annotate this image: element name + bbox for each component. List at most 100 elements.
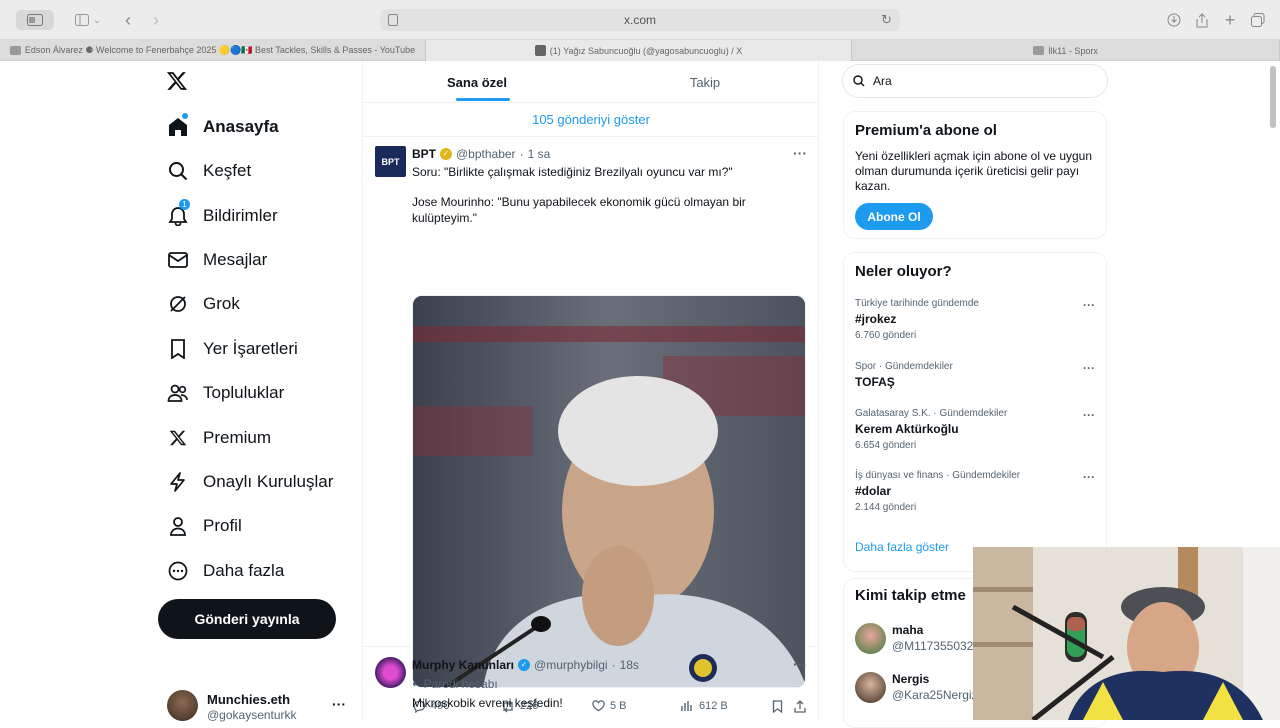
sidebar-item-home[interactable]: Anasayfa (166, 112, 279, 142)
more-icon[interactable]: ··· (332, 696, 346, 712)
sidebar-item-label: Grok (203, 294, 240, 313)
reload-icon[interactable]: ↻ (881, 12, 892, 28)
more-icon[interactable]: ··· (1083, 298, 1095, 312)
x-logo-icon[interactable] (166, 70, 190, 94)
more-icon[interactable]: ··· (1083, 470, 1095, 484)
page-scrollbar[interactable] (1270, 66, 1276, 128)
author-name[interactable]: BPT (412, 147, 436, 161)
parody-text: Parodi hesabı (423, 677, 498, 691)
premium-card: Premium'a abone ol Yeni özellikleri açma… (843, 111, 1107, 239)
sidebar-item-verified-orgs[interactable]: Onaylı Kuruluşlar (166, 467, 333, 497)
avatar (167, 690, 198, 721)
tab-label: Takip (689, 74, 721, 90)
sidebar-item-label: Daha fazla (203, 561, 285, 580)
grok-icon (166, 292, 190, 316)
tweet-text: Mikroskobik evreni keşfedin! (412, 696, 563, 710)
more-icon[interactable]: ··· (793, 145, 807, 161)
account-name: Munchies.eth (207, 692, 291, 707)
suggestion-name: Nergis (892, 672, 930, 686)
browser-tab[interactable]: Edson Álvarez ⚈ Welcome to Fenerbahçe 20… (0, 40, 426, 61)
trend-item[interactable]: Galatasaray S.K. · Gündemdekiler Kerem A… (855, 408, 1100, 451)
author-handle[interactable]: @murphybilgi (534, 658, 608, 672)
feed-tabs: Sana özel Takip (363, 61, 819, 103)
timeline: Sana özel Takip 105 gönderiyi göster BPT… (362, 61, 819, 720)
tabs-grid-icon[interactable] (1250, 10, 1266, 30)
search-icon (166, 159, 190, 183)
premium-description: Yeni özellikleri açmak için abone ol ve … (855, 149, 1093, 193)
person-icon (166, 514, 190, 538)
account-switcher[interactable]: Munchies.eth @gokaysenturkk ··· (167, 690, 357, 724)
envelope-icon (166, 248, 190, 272)
author-name[interactable]: Murphy Kanunları (412, 658, 514, 672)
sidebar-item-messages[interactable]: Mesajlar (166, 245, 267, 275)
sidebar-item-more[interactable]: Daha fazla (166, 556, 284, 586)
trend-count: 6.760 gönderi (855, 330, 917, 341)
active-tab-indicator (456, 98, 510, 101)
tab-title: (1) Yağız Sabuncuoğlu (@yagosabuncuoglu)… (549, 45, 743, 56)
sidebar-item-label: Topluluklar (203, 383, 285, 402)
forward-icon[interactable]: › (148, 10, 164, 30)
browser-tab-active[interactable]: (1) Yağız Sabuncuoğlu (@yagosabuncuoglu)… (426, 40, 852, 61)
browser-tab[interactable]: İlk11 - Sporx (852, 40, 1280, 61)
author-handle[interactable]: @bpthaber (456, 147, 516, 161)
tweet-photo[interactable] (412, 295, 806, 688)
tab-label: Sana özel (447, 74, 507, 90)
subscribe-button[interactable]: Abone Ol (855, 203, 933, 230)
tab-overview-icon[interactable]: ⌄ (74, 10, 102, 30)
trend-item[interactable]: Türkiye tarihinde gündemde #jrokez 6.760… (855, 298, 1100, 341)
trends-title: Neler oluyor? (855, 263, 952, 280)
page-icon (388, 14, 398, 26)
sidebar-item-label: Anasayfa (203, 117, 279, 136)
tab-strip: Edson Álvarez ⚈ Welcome to Fenerbahçe 20… (0, 40, 1280, 61)
url-text: x.com (623, 13, 656, 27)
back-icon[interactable]: ‹ (120, 10, 136, 30)
tweet[interactable]: BPT BPT ✓ @bpthaber · 1 sa ··· Soru: "Bi… (363, 137, 819, 713)
sidebar-item-grok[interactable]: Grok (166, 289, 240, 319)
avatar[interactable] (375, 657, 406, 688)
sidebar-toggle-icon[interactable] (16, 10, 54, 30)
sidebar-item-bookmarks[interactable]: Yer İşaretleri (166, 334, 298, 364)
trends-card: Neler oluyor? Türkiye tarihinde gündemde… (843, 252, 1107, 572)
sidebar-item-label: Profil (203, 516, 242, 535)
trend-topic: #jrokez (855, 312, 897, 326)
tweet[interactable]: Murphy Kanunları ✓ @murphybilgi · 18s ··… (363, 648, 819, 720)
trend-topic: #dolar (855, 484, 892, 498)
show-more-trends-link[interactable]: Daha fazla göster (855, 540, 949, 554)
new-tab-icon[interactable]: + (1222, 10, 1238, 30)
trend-context: Galatasaray S.K. · Gündemdekiler (855, 408, 1008, 419)
more-icon[interactable]: ··· (1083, 361, 1095, 375)
avatar (855, 672, 886, 703)
webcam-overlay (973, 547, 1280, 720)
sidebar-item-communities[interactable]: Topluluklar (166, 378, 284, 408)
download-icon[interactable] (1166, 10, 1182, 30)
sidebar-item-label: Keşfet (203, 161, 252, 180)
trend-item[interactable]: Spor · Gündemdekiler TOFAŞ ··· (855, 361, 1100, 389)
search-input[interactable]: Ara (842, 64, 1108, 98)
x-logo-icon (166, 426, 190, 450)
tab-title: Edson Álvarez ⚈ Welcome to Fenerbahçe 20… (24, 45, 416, 55)
trend-item[interactable]: İş dünyası ve finans · Gündemdekiler #do… (855, 470, 1100, 513)
avatar[interactable]: BPT (375, 146, 406, 177)
lightning-icon (166, 470, 190, 494)
address-bar[interactable]: x.com ↻ (380, 9, 900, 31)
tweet-time[interactable]: 18s (620, 658, 639, 672)
more-icon[interactable]: ··· (1083, 408, 1095, 422)
show-new-posts[interactable]: 105 gönderiyi göster (363, 103, 819, 137)
post-button[interactable]: Gönderi yayınla (158, 599, 336, 639)
sidebar-item-premium[interactable]: Premium (166, 423, 271, 453)
who-to-follow-title: Kimi takip etme (855, 587, 966, 604)
tab-following[interactable]: Takip (591, 61, 819, 103)
trend-count: 6.654 gönderi (855, 440, 917, 451)
share-icon[interactable] (1194, 10, 1210, 30)
sidebar-item-profile[interactable]: Profil (166, 511, 242, 541)
sidebar-item-explore[interactable]: Keşfet (166, 156, 251, 186)
sidebar-item-notifications[interactable]: 1 Bildirimler (166, 199, 278, 231)
sidebar-item-label: Mesajlar (203, 250, 268, 269)
trend-context: Türkiye tarihinde gündemde (855, 298, 979, 309)
tweet-time[interactable]: 1 sa (528, 147, 551, 161)
more-icon[interactable]: ··· (793, 656, 807, 672)
verified-blue-icon: ✓ (518, 659, 531, 671)
suggestion-handle: @M1173550329 (892, 639, 981, 653)
notification-badge: 1 (179, 199, 190, 210)
tab-for-you[interactable]: Sana özel (363, 61, 591, 103)
